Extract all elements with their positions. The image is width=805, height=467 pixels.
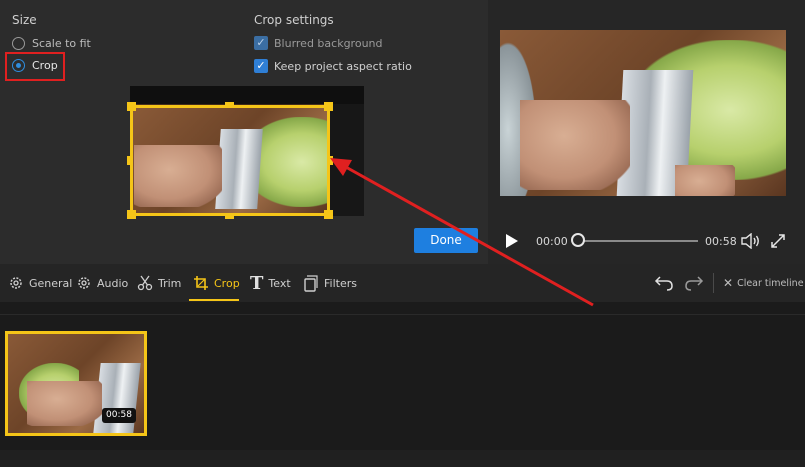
tab-crop-underline <box>189 299 239 301</box>
tab-text[interactable]: T Text <box>250 264 291 302</box>
text-icon: T <box>250 272 264 294</box>
keep-aspect-ratio-label: Keep project aspect ratio <box>274 59 412 73</box>
timeline-drop-zone[interactable] <box>0 450 805 467</box>
tab-audio[interactable]: Audio <box>76 264 128 302</box>
tab-general[interactable]: General <box>8 264 72 302</box>
undo-icon <box>654 276 673 291</box>
crop-handle-bottom-left[interactable] <box>127 210 136 219</box>
clip-duration-badge: 00:58 <box>102 408 136 423</box>
seek-thumb[interactable] <box>571 233 585 247</box>
crop-settings-panel: Size Scale to fit Crop Crop settings ✓ B… <box>0 0 488 264</box>
timeline-ruler <box>0 314 805 315</box>
undo-button[interactable] <box>654 275 674 291</box>
tab-trim-label: Trim <box>158 276 182 290</box>
seek-bar[interactable] <box>578 240 698 242</box>
volume-icon <box>741 233 759 249</box>
keep-aspect-ratio-option[interactable]: ✓ Keep project aspect ratio <box>254 59 412 73</box>
current-time: 00:00 <box>536 235 568 248</box>
filters-icon <box>304 275 318 292</box>
crop-label: Crop <box>32 59 58 72</box>
timeline-area: 00:58 <box>0 302 805 467</box>
tab-filters-label: Filters <box>324 276 357 290</box>
tab-audio-label: Audio <box>97 276 129 290</box>
crop-handle-bottom[interactable] <box>225 213 234 219</box>
blurred-background-option[interactable]: ✓ Blurred background <box>254 36 383 50</box>
video-preview-panel: 00:00 00:58 <box>488 0 805 264</box>
redo-icon <box>685 276 704 291</box>
tab-filters[interactable]: Filters <box>303 264 357 302</box>
play-icon <box>506 234 518 248</box>
toolbar-divider <box>713 273 714 293</box>
clear-timeline-label: Clear timeline <box>737 277 804 289</box>
video-preview <box>500 30 786 196</box>
crop-icon <box>194 276 208 290</box>
keep-aspect-ratio-checkbox[interactable]: ✓ <box>254 59 268 73</box>
crop-option[interactable]: Crop <box>12 59 58 72</box>
crop-handle-right[interactable] <box>327 156 333 165</box>
blurred-background-checkbox[interactable]: ✓ <box>254 36 268 50</box>
scale-to-fit-option[interactable]: Scale to fit <box>12 37 91 50</box>
crop-handle-left[interactable] <box>127 156 133 165</box>
tab-general-label: General <box>29 276 73 290</box>
crop-handle-top-right[interactable] <box>324 102 333 111</box>
done-button[interactable]: Done <box>414 228 478 253</box>
redo-button[interactable] <box>684 275 704 291</box>
clear-timeline-button[interactable]: ✕ Clear timeline <box>723 264 804 302</box>
crop-radio[interactable] <box>12 59 25 72</box>
crop-handle-top-left[interactable] <box>127 102 136 111</box>
crop-handle-bottom-right[interactable] <box>324 210 333 219</box>
blurred-background-label: Blurred background <box>274 36 383 50</box>
tab-trim[interactable]: Trim <box>137 264 181 302</box>
crop-handle-top[interactable] <box>225 102 234 108</box>
tab-crop[interactable]: Crop <box>193 264 240 302</box>
scale-to-fit-label: Scale to fit <box>32 37 91 50</box>
volume-button[interactable] <box>741 233 761 249</box>
scale-to-fit-radio[interactable] <box>12 37 25 50</box>
tab-crop-label: Crop <box>214 276 240 290</box>
scissors-icon <box>137 275 153 291</box>
crop-selection-box[interactable] <box>130 105 330 216</box>
play-button[interactable] <box>505 233 519 249</box>
duration: 00:58 <box>705 235 737 248</box>
fullscreen-icon <box>771 234 785 248</box>
fullscreen-button[interactable] <box>770 233 786 249</box>
gear-icon <box>10 277 22 289</box>
close-icon: ✕ <box>723 276 734 290</box>
tab-text-label: Text <box>268 276 291 290</box>
gear-icon <box>78 277 90 289</box>
size-heading: Size <box>12 13 37 27</box>
editor-toolbar: General Audio Trim Crop T Text Filters ✕… <box>0 264 805 302</box>
crop-settings-heading: Crop settings <box>254 13 334 27</box>
